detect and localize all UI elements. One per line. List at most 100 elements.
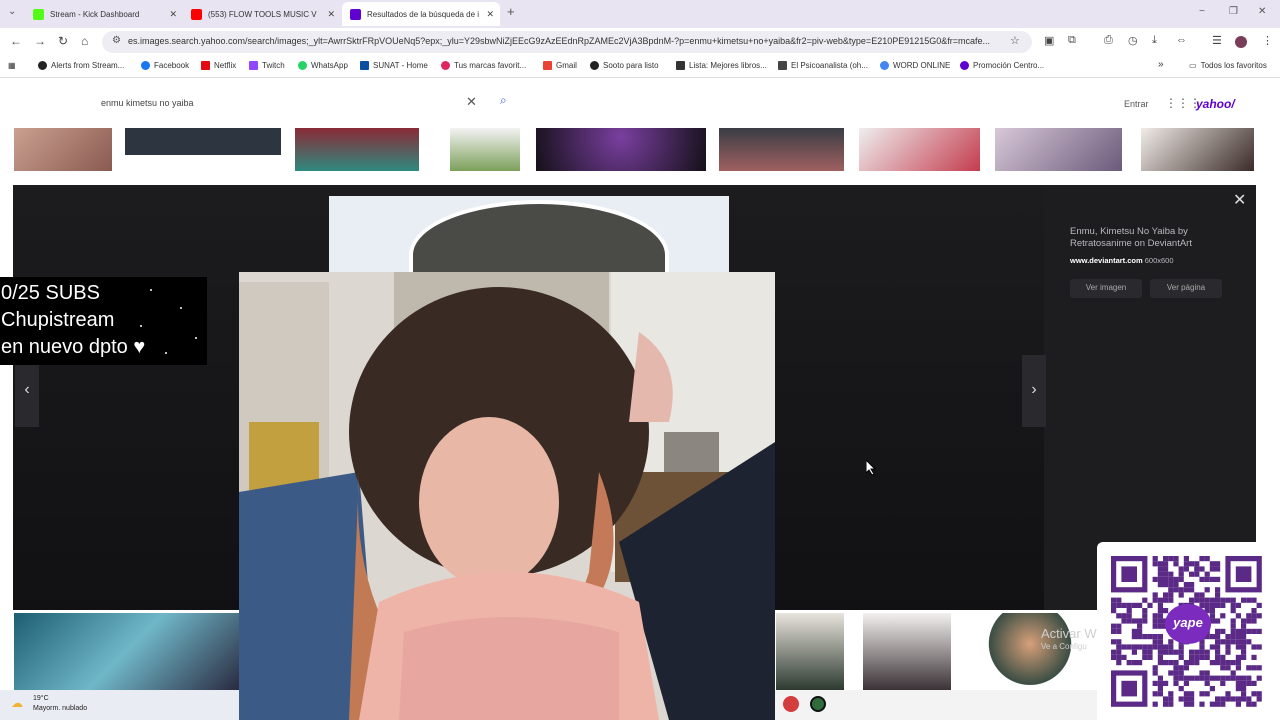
tab-close-icon[interactable]: ✕ bbox=[486, 9, 494, 20]
apps-grid-icon[interactable]: ▦ bbox=[8, 61, 16, 70]
result-thumbnail[interactable] bbox=[1141, 128, 1254, 171]
profile-avatar-icon[interactable] bbox=[1235, 36, 1247, 48]
bookmark-label: Netflix bbox=[214, 61, 237, 70]
result-thumbnail[interactable] bbox=[125, 128, 281, 155]
tab-list-chevron-icon[interactable]: ⌄ bbox=[8, 6, 16, 17]
bookmark-libros[interactable]: Lista: Mejores libros... bbox=[676, 61, 767, 70]
tab-youtube-music[interactable]: (553) FLOW TOOLS MUSIC V ✕ bbox=[183, 4, 341, 24]
window-close-button[interactable]: ✕ bbox=[1258, 6, 1266, 17]
tab-label: (553) FLOW TOOLS MUSIC V bbox=[208, 9, 317, 19]
share-icon[interactable]: ⇔ bbox=[1176, 34, 1187, 46]
subs-goal-text: 0/25 SUBS bbox=[1, 282, 100, 304]
view-image-button[interactable]: Ver imagen bbox=[1070, 279, 1142, 298]
weather-temperature: 19°C bbox=[33, 695, 49, 702]
search-icon[interactable]: ⌕ bbox=[500, 93, 507, 108]
bookmark-sooto[interactable]: Sooto para listo bbox=[590, 61, 659, 70]
google-icon bbox=[880, 61, 889, 70]
bookmark-alerts[interactable]: Alerts from Stream... bbox=[38, 61, 124, 70]
bookmark-psicoanalista[interactable]: El Psicoanalista (oh... bbox=[778, 61, 868, 70]
tab-close-icon[interactable]: ✕ bbox=[169, 9, 177, 20]
back-arrow-icon[interactable]: ← bbox=[10, 34, 22, 48]
restore-button[interactable]: ❐ bbox=[1229, 6, 1238, 17]
result-thumbnail[interactable] bbox=[450, 128, 520, 171]
taskbar bbox=[775, 690, 1097, 720]
clear-search-icon[interactable]: ✕ bbox=[466, 94, 477, 110]
bookmark-gmail[interactable]: Gmail bbox=[543, 61, 577, 70]
bookmark-favicon-icon bbox=[676, 61, 685, 70]
history-icon[interactable]: ◷ bbox=[1128, 34, 1138, 47]
bookmark-label: Facebook bbox=[154, 61, 190, 70]
bookmark-favicon-icon bbox=[590, 61, 599, 70]
viewer-image[interactable] bbox=[329, 196, 729, 276]
side-panel-icon[interactable]: ☰ bbox=[1212, 34, 1222, 47]
previous-image-icon[interactable]: ‹ bbox=[15, 355, 39, 427]
screen: ⌄ Stream - Kick Dashboard ✕ (553) FLOW T… bbox=[0, 0, 1280, 720]
bookmark-promocion[interactable]: Promoción Centro... bbox=[960, 61, 1044, 70]
bookmark-label: Gmail bbox=[556, 61, 577, 70]
result-thumbnail[interactable] bbox=[14, 613, 239, 690]
bookmark-marcas[interactable]: Tus marcas favorit... bbox=[441, 61, 526, 70]
bookmark-twitch[interactable]: Twitch bbox=[249, 61, 285, 70]
yahoo-header: enmu kimetsu no yaiba ✕ ⌕ Entrar ⋮⋮⋮ yah… bbox=[0, 78, 1280, 128]
result-thumbnail[interactable] bbox=[995, 128, 1122, 171]
tab-kick-dashboard[interactable]: Stream - Kick Dashboard ✕ bbox=[25, 4, 183, 24]
result-thumbnail[interactable] bbox=[776, 613, 844, 690]
weather-description: Mayorm. nublado bbox=[33, 705, 88, 712]
mouse-pointer-icon bbox=[865, 458, 877, 479]
bookmark-word[interactable]: WORD ONLINE bbox=[880, 61, 950, 70]
gmail-icon bbox=[543, 61, 552, 70]
reading-mode-icon[interactable]: ▣ bbox=[1044, 34, 1054, 47]
webcam-illustration bbox=[239, 272, 775, 720]
tab-close-icon[interactable]: ✕ bbox=[327, 9, 335, 20]
result-thumbnail[interactable] bbox=[719, 128, 844, 171]
forward-arrow-icon[interactable]: → bbox=[34, 34, 46, 48]
sparkle bbox=[165, 352, 167, 354]
bookmark-star-icon[interactable]: ☆ bbox=[1010, 34, 1020, 47]
netflix-icon bbox=[201, 61, 210, 70]
sign-in-link[interactable]: Entrar bbox=[1124, 99, 1149, 109]
download-icon[interactable]: ⤓ bbox=[1152, 34, 1157, 47]
bookmark-label: Alerts from Stream... bbox=[51, 61, 125, 70]
bookmark-label: Promoción Centro... bbox=[973, 61, 1045, 70]
viewer-source-site[interactable]: www.deviantart.com bbox=[1070, 256, 1143, 265]
bookmark-label: WORD ONLINE bbox=[893, 61, 951, 70]
bookmarks-folder[interactable]: ▭ Todos los favoritos bbox=[1189, 61, 1267, 70]
menu-kebab-icon[interactable]: ⋮ bbox=[1262, 34, 1273, 47]
result-thumbnail[interactable] bbox=[295, 128, 419, 171]
bookmark-label: Lista: Mejores libros... bbox=[689, 61, 767, 70]
facebook-icon bbox=[141, 61, 150, 70]
reload-icon[interactable]: ↻ bbox=[58, 34, 68, 48]
image-results-row bbox=[0, 128, 1280, 173]
site-info-icon[interactable]: ⚙ bbox=[112, 35, 121, 46]
view-page-button[interactable]: Ver página bbox=[1150, 279, 1222, 298]
new-tab-button[interactable]: + bbox=[507, 4, 515, 19]
streamlabs-app-icon[interactable] bbox=[810, 696, 826, 712]
bookmark-sunat[interactable]: SUNAT - Home bbox=[360, 61, 428, 70]
tab-label: Resultados de la búsqueda de i bbox=[367, 9, 480, 19]
result-thumbnail[interactable] bbox=[980, 613, 1080, 690]
result-thumbnail[interactable] bbox=[14, 128, 112, 171]
tab-yahoo-images[interactable]: Resultados de la búsqueda de i ✕ bbox=[342, 2, 500, 26]
result-thumbnail[interactable] bbox=[536, 128, 706, 171]
bookmark-whatsapp[interactable]: WhatsApp bbox=[298, 61, 348, 70]
search-input[interactable]: enmu kimetsu no yaiba bbox=[90, 90, 530, 118]
bookmark-facebook[interactable]: Facebook bbox=[141, 61, 189, 70]
character-hair-shape bbox=[409, 200, 669, 276]
next-image-icon[interactable]: › bbox=[1022, 355, 1046, 427]
yahoo-logo[interactable]: yahoo/ bbox=[1196, 97, 1235, 111]
minimize-button[interactable]: − bbox=[1199, 6, 1205, 17]
bookmark-favicon-icon bbox=[38, 61, 47, 70]
result-thumbnail[interactable] bbox=[863, 613, 951, 690]
home-icon[interactable]: ⌂ bbox=[81, 34, 88, 48]
whatsapp-icon bbox=[298, 61, 307, 70]
obs-app-icon[interactable] bbox=[783, 696, 799, 712]
close-viewer-icon[interactable]: ✕ bbox=[1233, 190, 1246, 210]
bookmark-netflix[interactable]: Netflix bbox=[201, 61, 236, 70]
address-bar[interactable]: ⚙ es.images.search.yahoo.com/search/imag… bbox=[102, 31, 1032, 53]
bookmark-label: Sooto para listo bbox=[603, 61, 659, 70]
bookmarks-overflow-icon[interactable]: » bbox=[1158, 59, 1164, 70]
extensions-icon[interactable]: ⧉ bbox=[1068, 34, 1076, 47]
result-thumbnail[interactable] bbox=[859, 128, 980, 171]
print-icon[interactable]: ⎙ bbox=[1104, 34, 1113, 47]
sparkle bbox=[195, 337, 197, 339]
